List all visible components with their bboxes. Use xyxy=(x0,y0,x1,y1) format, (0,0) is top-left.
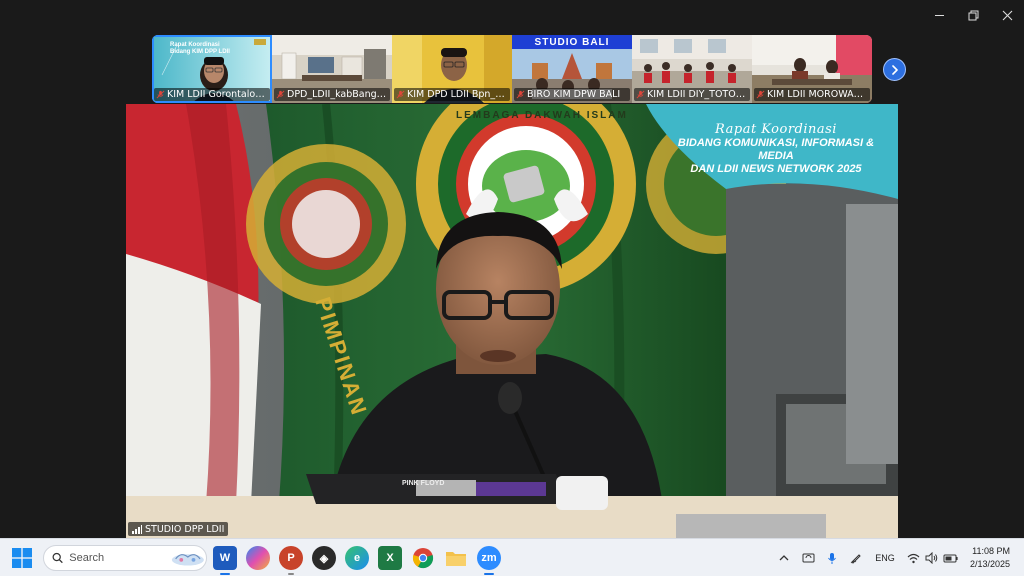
speaker-name-label: STUDIO DPP LDII xyxy=(128,522,229,536)
participant-tile[interactable]: STUDIO BALI BIRO KIM DPW BALI xyxy=(512,35,632,103)
battery-icon[interactable] xyxy=(941,539,959,576)
close-icon xyxy=(1002,10,1012,20)
tile-overlay-line1: Rapat Koordinasi xyxy=(170,42,220,48)
restore-icon xyxy=(968,10,978,20)
participant-tile[interactable]: KIM LDII DIY_TOTOK P... xyxy=(632,35,752,103)
show-hidden-icons[interactable] xyxy=(776,539,792,576)
pen-icon[interactable] xyxy=(848,539,864,576)
folder-icon[interactable] xyxy=(444,546,468,570)
excel-icon[interactable]: X xyxy=(378,546,402,570)
participant-tile[interactable]: KIM LDII MOROWALI... xyxy=(752,35,872,103)
participant-name: BIRO KIM DPW BALI xyxy=(527,89,621,100)
edge-icon[interactable]: e xyxy=(345,546,369,570)
volume-icon[interactable] xyxy=(923,539,939,576)
participant-name-bar: KIM DPD LDII Bpn_Tio xyxy=(394,88,510,101)
minimize-button[interactable] xyxy=(922,0,956,30)
window-controls xyxy=(922,0,1024,30)
mic-off-icon xyxy=(156,90,165,99)
participant-name: KIM LDII DIY_TOTOK P... xyxy=(647,89,748,100)
minimize-icon xyxy=(934,14,944,16)
chevron-up-icon xyxy=(779,555,789,561)
participant-tile[interactable]: KIM DPD LDII Bpn_Tio xyxy=(392,35,512,103)
word-icon[interactable]: W xyxy=(213,546,237,575)
zoom-icon[interactable]: zm xyxy=(477,546,501,575)
participant-name: DPD_LDII_kabBanggai xyxy=(287,89,388,100)
mic-off-icon xyxy=(516,90,525,99)
microphone-icon[interactable] xyxy=(824,539,840,576)
participant-name-bar: KIM LDII MOROWALI... xyxy=(754,88,870,101)
restore-button[interactable] xyxy=(956,0,990,30)
search-icon xyxy=(52,552,63,564)
participant-name: KIM DPD LDII Bpn_Tio xyxy=(407,89,508,100)
windows-start-icon[interactable] xyxy=(12,548,32,568)
bird-icon[interactable]: ◈ xyxy=(312,546,336,570)
taskbar-search[interactable] xyxy=(43,545,207,571)
chrome-icon[interactable] xyxy=(411,546,435,570)
sync-icon[interactable] xyxy=(800,539,816,576)
close-button[interactable] xyxy=(990,0,1024,30)
mic-off-icon xyxy=(636,90,645,99)
clock-time: 11:08 PM xyxy=(972,546,1010,556)
participant-tile[interactable]: DPD_LDII_kabBanggai xyxy=(272,35,392,103)
participant-name: KIM LDII Gorontalo_A... xyxy=(167,89,268,100)
signal-icon xyxy=(132,524,142,534)
participant-name-bar: KIM LDII Gorontalo_A... xyxy=(154,88,270,101)
tile-overlay-line2: Bidang KIM DPP LDII xyxy=(170,49,230,55)
mic-off-icon xyxy=(396,90,405,99)
banner-line-2: DAN LDII NEWS NETWORK 2025 xyxy=(690,163,862,175)
emblem-text: LEMBAGA DAKWAH ISLAM xyxy=(456,110,628,121)
laptop-sticker: PINK FLOYD xyxy=(402,480,445,487)
participant-name-bar: DPD_LDII_kabBanggai xyxy=(274,88,390,101)
banner-line-1: BIDANG KOMUNIKASI, INFORMASI & MEDIA xyxy=(677,137,875,162)
participant-strip: Rapat Koordinasi Bidang KIM DPP LDII KIM… xyxy=(152,35,872,103)
wifi-icon[interactable] xyxy=(905,539,921,576)
speaker-name: STUDIO DPP LDII xyxy=(145,523,225,535)
language-indicator[interactable]: ENG xyxy=(872,539,898,576)
taskbar: W P ◈ e X zm ENG 11:08 PM 2/13/2025 xyxy=(0,538,1024,576)
clock-date: 2/13/2025 xyxy=(969,559,1010,569)
main-speaker-video: Rapat Koordinasi BIDANG KOMUNIKASI, INFO… xyxy=(126,104,898,538)
participant-name-bar: KIM LDII DIY_TOTOK P... xyxy=(634,88,750,101)
chevron-right-icon xyxy=(891,64,898,75)
banner-title: Rapat Koordinasi xyxy=(715,122,837,137)
copilot-icon[interactable] xyxy=(246,546,270,570)
participant-name: KIM LDII MOROWALI... xyxy=(767,89,868,100)
participant-name-bar: BIRO KIM DPW BALI xyxy=(514,88,630,101)
meeting-banner: Rapat Koordinasi BIDANG KOMUNIKASI, INFO… xyxy=(666,122,886,176)
search-input[interactable] xyxy=(69,552,165,564)
tile-header: STUDIO BALI xyxy=(534,36,610,48)
powerpoint-icon[interactable]: P xyxy=(279,546,303,575)
system-clock[interactable]: 11:08 PM 2/13/2025 xyxy=(970,545,1010,571)
mic-off-icon xyxy=(276,90,285,99)
next-participants-button[interactable] xyxy=(883,58,906,81)
search-highlight-icon xyxy=(172,554,205,566)
participant-tile[interactable]: Rapat Koordinasi Bidang KIM DPP LDII KIM… xyxy=(152,35,272,103)
mic-off-icon xyxy=(756,90,765,99)
